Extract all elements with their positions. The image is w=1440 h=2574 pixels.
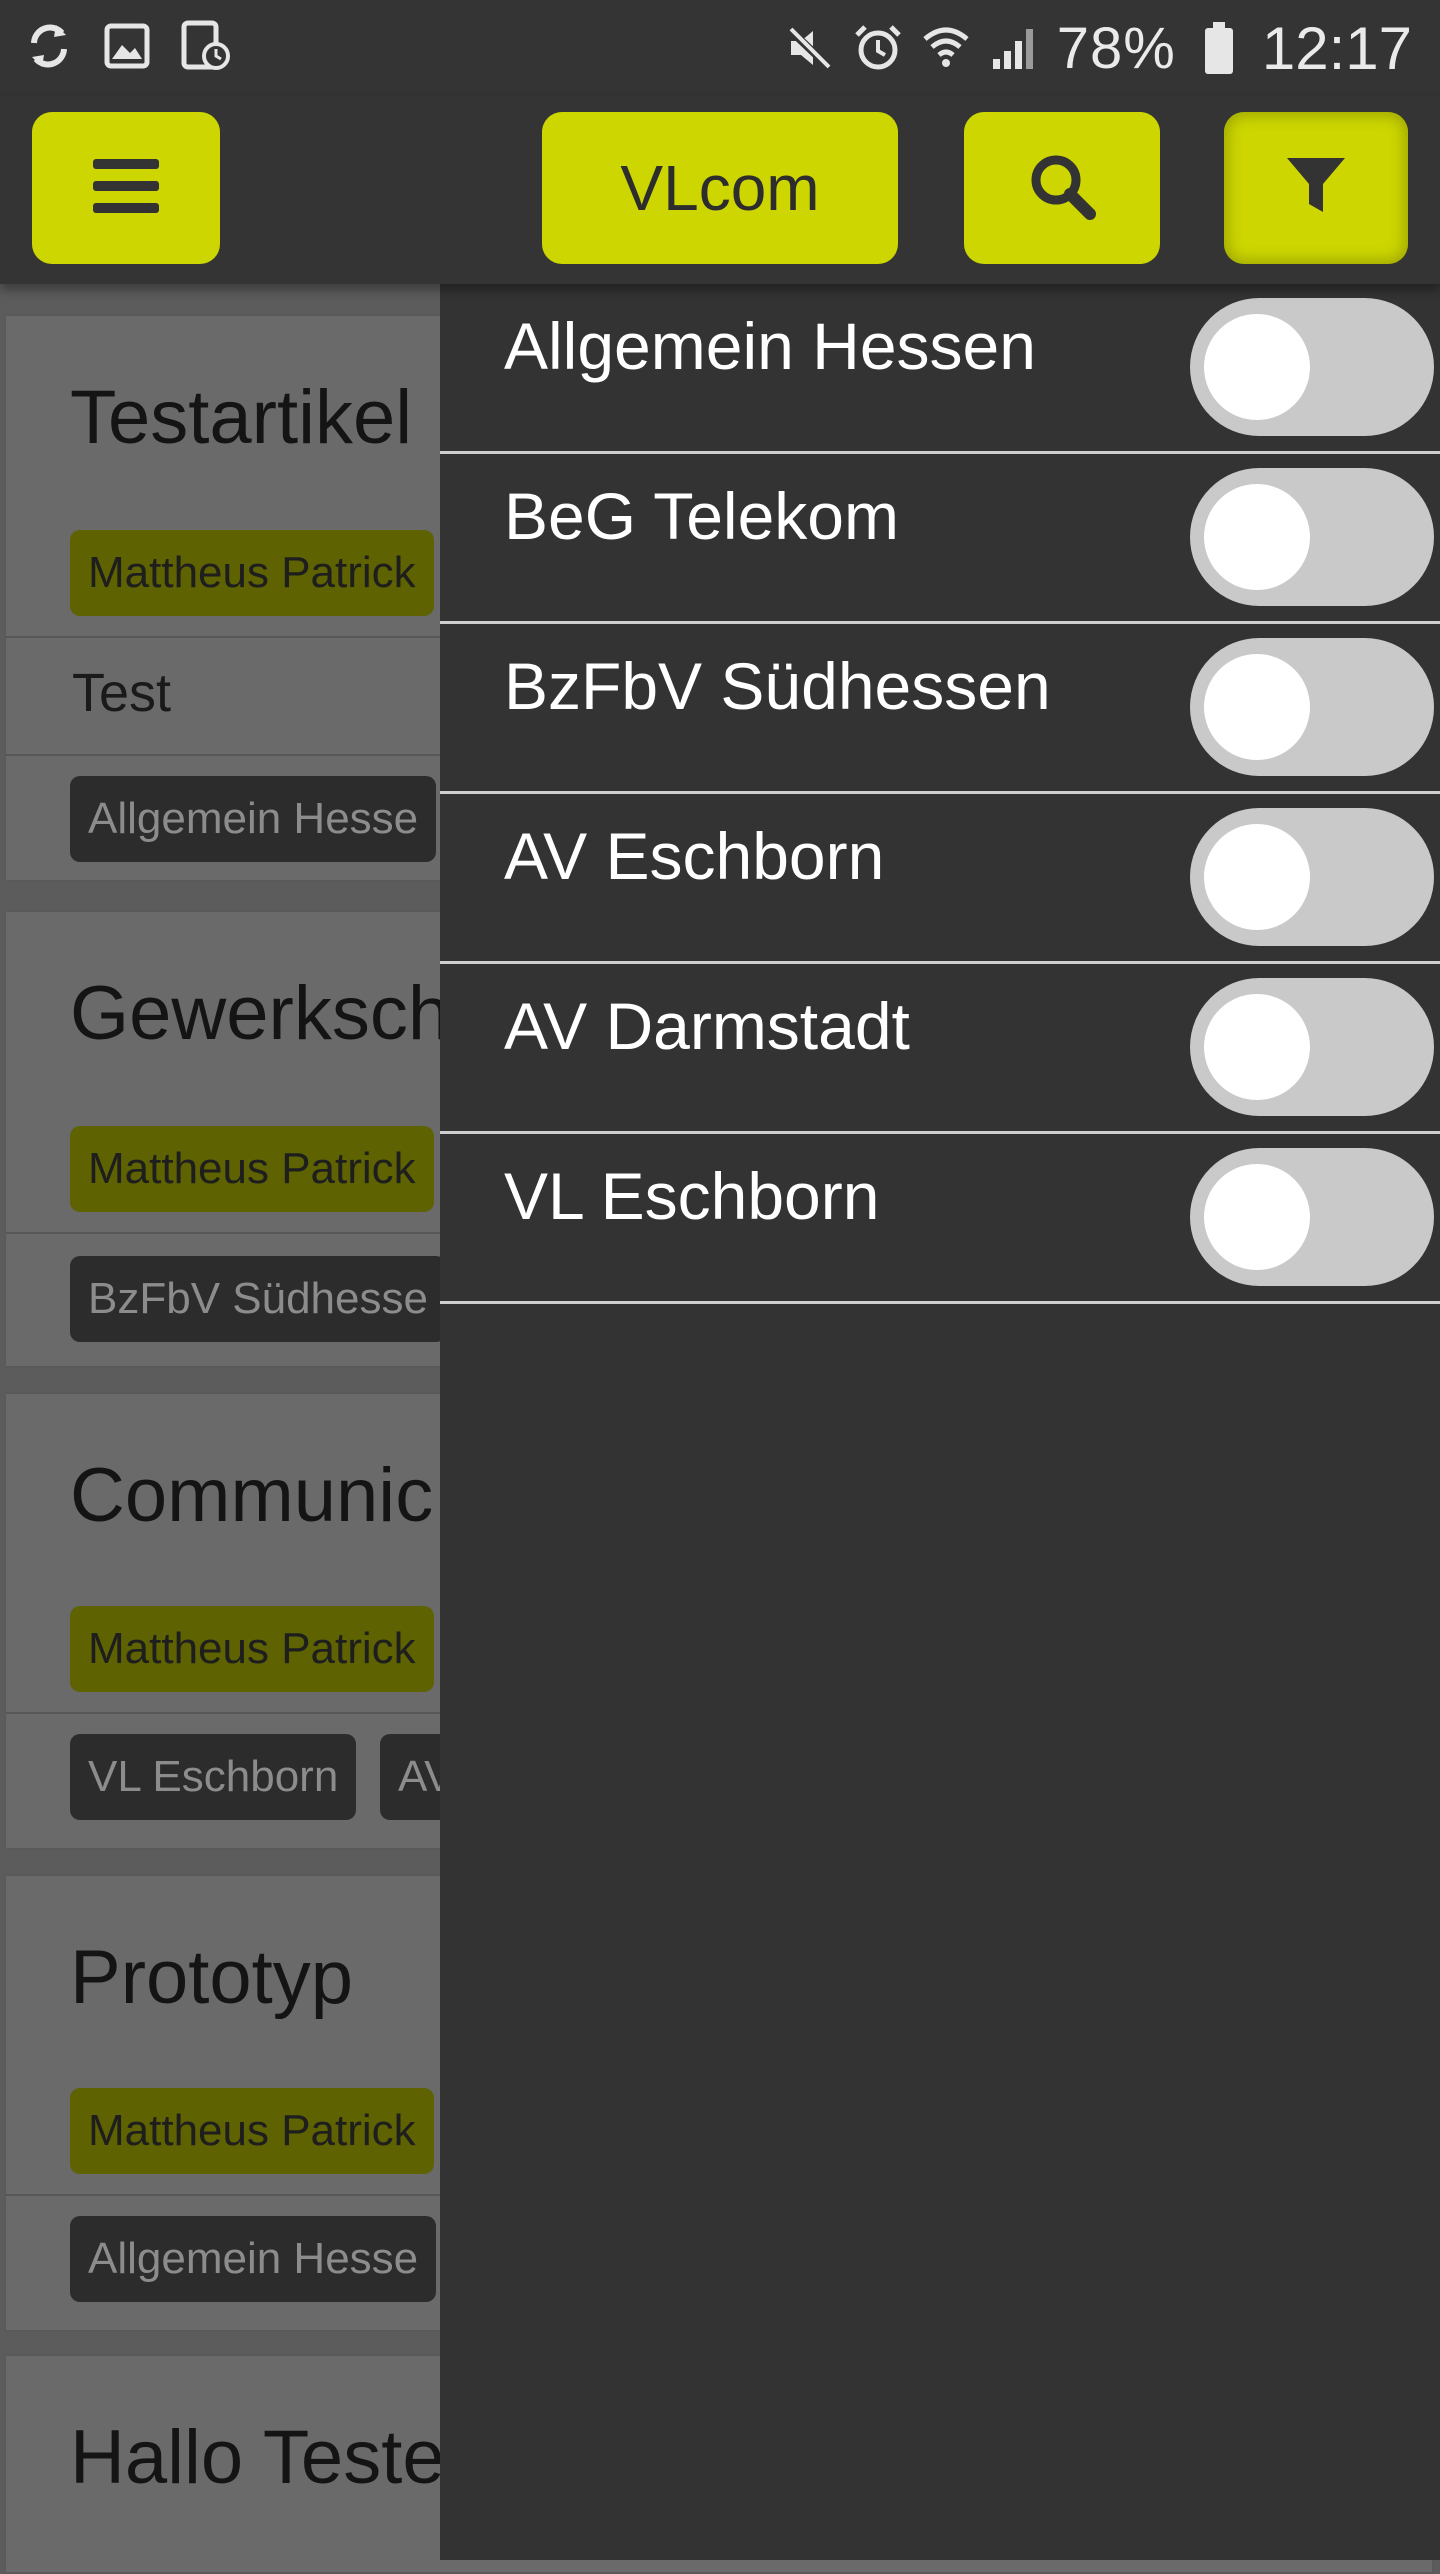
image-icon — [102, 18, 152, 74]
group-chip: VL Eschborn — [70, 1734, 357, 1820]
filter-row-av-eschborn[interactable]: AV Eschborn — [440, 794, 1440, 964]
filter-row-allgemein-hessen[interactable]: Allgemein Hessen — [440, 284, 1440, 454]
filter-label: VL Eschborn — [504, 1159, 880, 1233]
filter-label: AV Darmstadt — [504, 989, 910, 1063]
filter-label: BzFbV Südhessen — [504, 649, 1051, 723]
filter-button[interactable] — [1224, 112, 1408, 264]
filter-row-beg-telekom[interactable]: BeG Telekom — [440, 454, 1440, 624]
group-chip: Allgemein Hesse — [70, 776, 437, 862]
filter-label: AV Eschborn — [504, 819, 885, 893]
clock-time: 12:17 — [1261, 14, 1412, 82]
wifi-icon — [921, 20, 971, 76]
filter-toggle[interactable] — [1190, 638, 1434, 776]
toggle-knob — [1204, 824, 1310, 930]
filter-toggle[interactable] — [1190, 808, 1434, 946]
author-chip: Mattheus Patrick — [70, 530, 434, 616]
mute-icon — [785, 20, 835, 76]
article-text: Test — [72, 663, 172, 723]
article-title: Testartikel — [70, 375, 413, 460]
filter-toggle[interactable] — [1190, 1148, 1434, 1286]
filter-toggle[interactable] — [1190, 978, 1434, 1116]
toggle-knob — [1204, 994, 1310, 1100]
toggle-knob — [1204, 1164, 1310, 1270]
article-title: Prototyp — [70, 1935, 354, 2020]
toggle-knob — [1204, 654, 1310, 760]
signal-icon — [989, 20, 1039, 76]
battery-icon — [1194, 20, 1244, 76]
group-chip: Allgemein Hesse — [70, 2216, 437, 2302]
alarm-icon — [853, 20, 903, 76]
article-title: Gewerksch — [70, 971, 451, 1056]
filter-icon — [1285, 154, 1347, 223]
toggle-knob — [1204, 484, 1310, 590]
battery-percentage: 78% — [1056, 15, 1176, 81]
group-chip: BzFbV Südhesse — [70, 1256, 446, 1342]
menu-button[interactable] — [32, 112, 220, 264]
article-title: Hallo Teste — [70, 2415, 445, 2500]
search-icon — [1026, 150, 1098, 227]
app-header: VLcom — [0, 96, 1440, 284]
filter-drawer: Allgemein Hessen BeG Telekom BzFbV Südhe… — [440, 284, 1440, 2560]
author-chip: Mattheus Patrick — [70, 1126, 434, 1212]
filter-label: Allgemein Hessen — [504, 309, 1036, 383]
hamburger-menu-icon — [93, 158, 159, 218]
author-chip: Mattheus Patrick — [70, 1606, 434, 1692]
article-title: Communic — [70, 1453, 434, 1538]
author-chip: Mattheus Patrick — [70, 2088, 434, 2174]
filter-label: BeG Telekom — [504, 479, 899, 553]
filter-toggle[interactable] — [1190, 468, 1434, 606]
filter-row-av-darmstadt[interactable]: AV Darmstadt — [440, 964, 1440, 1134]
toggle-knob — [1204, 314, 1310, 420]
sync-icon — [24, 18, 74, 74]
filter-row-vl-eschborn[interactable]: VL Eschborn — [440, 1134, 1440, 1304]
filter-toggle[interactable] — [1190, 298, 1434, 436]
status-bar: 78% 12:17 — [0, 0, 1440, 96]
screenshot-icon — [180, 18, 230, 74]
search-button[interactable] — [964, 112, 1160, 264]
filter-row-bzfbv-suedhessen[interactable]: BzFbV Südhessen — [440, 624, 1440, 794]
brand-button[interactable]: VLcom — [542, 112, 898, 264]
